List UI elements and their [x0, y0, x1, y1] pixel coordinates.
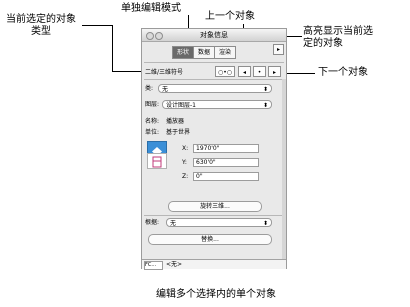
class-value: 无: [162, 86, 169, 93]
status-text: <无>: [166, 261, 183, 268]
callout-current-object-type: 当前选定的对象 类型: [6, 14, 76, 37]
replace-value: 无: [170, 220, 177, 227]
popup-arrows-icon: ⬍: [262, 102, 268, 109]
replace-popup[interactable]: 无 ⬍: [166, 218, 272, 227]
scrollbar[interactable]: [282, 79, 286, 261]
close-window-button[interactable]: [146, 32, 154, 40]
window-titlebar[interactable]: 对象信息: [142, 29, 286, 42]
leader-next: [287, 73, 315, 74]
popup-arrows-icon: ⬍: [262, 220, 268, 227]
divider: [144, 79, 284, 80]
z-field[interactable]: 0": [193, 172, 259, 181]
callout-previous-object: 上一个对象: [205, 11, 255, 22]
rotate-3d-button[interactable]: 旋转三维...: [168, 201, 262, 212]
z-label: Z:: [182, 173, 189, 180]
name-label: 名称:: [145, 118, 160, 125]
layer-label: 图层:: [145, 101, 160, 108]
object-type-label: 二维/三维符号: [145, 69, 184, 76]
name-value: 播放器: [166, 118, 185, 125]
highlight-object-button[interactable]: •: [253, 66, 266, 77]
callout-edit-single-in-multi: 编辑多个选择内的单个对象: [156, 289, 276, 300]
callout-next-object: 下一个对象: [318, 67, 368, 78]
status-bar: FC... <无>: [142, 259, 286, 270]
divider: [144, 62, 284, 63]
minimize-window-button[interactable]: [155, 32, 163, 40]
leader-type-h: [82, 25, 112, 26]
replace-label: 根据:: [145, 219, 160, 226]
layer-popup[interactable]: 设计图层-1 ⬍: [162, 100, 272, 109]
callout-highlight-current: 高亮显示当前选 定的对象: [303, 26, 373, 49]
tab-shape[interactable]: 形状: [172, 46, 195, 59]
leader-type-v: [112, 25, 113, 72]
status-field[interactable]: FC...: [144, 261, 163, 270]
next-object-button[interactable]: ▸: [268, 66, 281, 77]
y-label: Y:: [182, 159, 187, 166]
units-value: 基于世界: [166, 129, 191, 136]
units-label: 单位:: [145, 129, 160, 136]
rotation-anchor-icon[interactable]: [147, 153, 167, 169]
single-edit-mode-button[interactable]: ○•○: [215, 66, 235, 77]
tab-bar: 形状 数据 渲染: [172, 46, 237, 59]
class-popup[interactable]: 无 ⬍: [158, 84, 272, 93]
divider: [144, 215, 284, 216]
box-icon: [152, 156, 162, 168]
tab-render[interactable]: 渲染: [214, 46, 237, 59]
panel-menu-button[interactable]: ▸: [273, 44, 284, 55]
previous-object-button[interactable]: ◂: [238, 66, 251, 77]
popup-arrows-icon: ⬍: [262, 86, 268, 93]
object-info-panel: 对象信息 形状 数据 渲染 ▸ 二维/三维符号 ○•○ ◂ • ▸ 类: 无 ⬍…: [141, 28, 287, 270]
y-field[interactable]: 630'0": [193, 158, 259, 167]
callout-single-edit-mode: 单独编辑模式: [121, 3, 181, 14]
replace-button[interactable]: 替换...: [148, 234, 272, 245]
class-label: 类:: [145, 85, 154, 92]
leader-type-h2: [112, 71, 142, 72]
layer-value: 设计图层-1: [166, 102, 196, 109]
window-title: 对象信息: [200, 31, 228, 39]
x-label: X:: [182, 145, 189, 152]
tab-data[interactable]: 数据: [193, 46, 216, 59]
x-field[interactable]: 1970'0": [193, 144, 259, 153]
